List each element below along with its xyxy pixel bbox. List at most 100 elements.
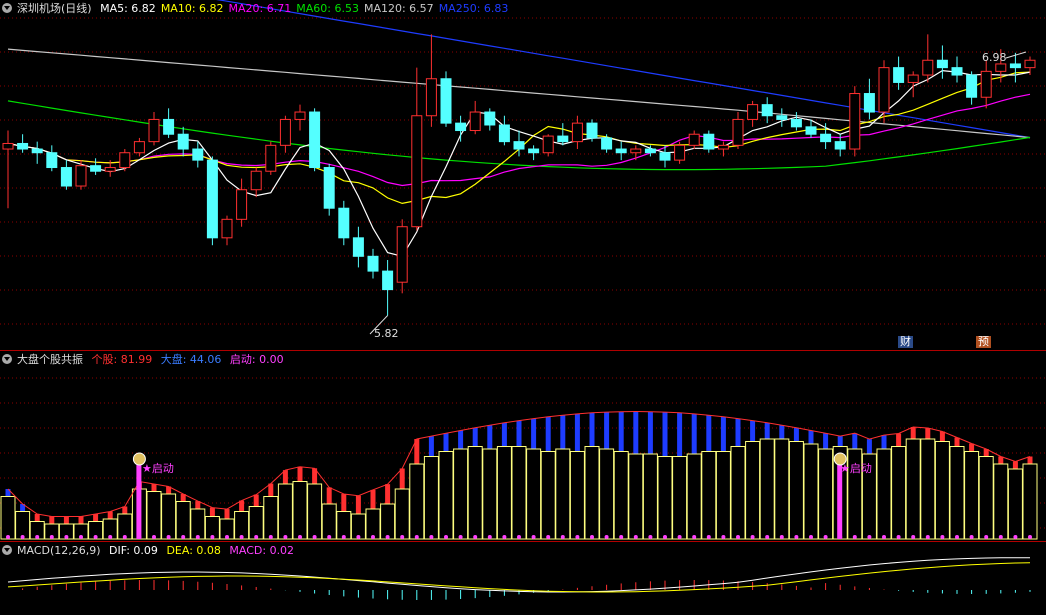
candle-body	[528, 148, 540, 154]
baseline-dot	[619, 535, 624, 539]
candle-body	[46, 152, 58, 169]
dif-line	[7, 557, 1031, 593]
baseline-dot	[779, 535, 784, 539]
candle-body	[586, 122, 598, 139]
stock-bar	[949, 446, 965, 540]
candle-body	[367, 255, 379, 272]
stock-bar	[628, 453, 644, 540]
baseline-dot	[998, 535, 1003, 539]
stock-bar	[1007, 468, 1023, 540]
baseline-dot	[444, 535, 448, 539]
candle-body	[615, 148, 627, 154]
baseline-dot	[341, 535, 346, 539]
collapse-icon[interactable]	[2, 354, 12, 364]
candle-body	[630, 148, 642, 154]
stock-bar	[146, 491, 162, 540]
stock-bar	[978, 456, 994, 540]
baseline-dot	[49, 535, 54, 539]
candle-body	[382, 270, 394, 291]
candle-body	[484, 111, 496, 126]
ma250-line	[216, 0, 1031, 139]
candle-body	[411, 115, 423, 228]
start-signal-label: ★启动	[142, 462, 174, 475]
candle-body	[60, 167, 72, 187]
macd-value-label: MACD: 0.02	[229, 544, 295, 557]
stock-bar	[555, 448, 571, 540]
stock-bar	[934, 441, 950, 540]
resonance-header: 大盘个股共振 个股: 81.99 大盘: 44.06 启动: 0.00	[2, 353, 289, 367]
baseline-dot	[852, 535, 857, 539]
price-chart[interactable]	[0, 0, 1046, 350]
candle-body	[863, 93, 875, 113]
collapse-icon[interactable]	[2, 3, 12, 13]
stock-bar	[336, 511, 352, 540]
macd-title: MACD(12,26,9)	[17, 544, 101, 557]
candle-body	[834, 141, 846, 150]
baseline-dot	[122, 535, 127, 539]
dea-line	[7, 562, 1031, 593]
baseline-dot	[604, 535, 609, 539]
stock-bar	[584, 446, 600, 540]
baseline-dot	[6, 535, 10, 539]
stock-bar	[672, 456, 688, 540]
collapse-icon[interactable]	[2, 545, 12, 555]
candle-body	[805, 126, 817, 135]
baseline-dot	[1028, 535, 1032, 539]
market-value-label: 大盘: 44.06	[160, 353, 222, 366]
candle-body	[820, 133, 832, 143]
ma-legend-item: MA120: 6.57	[363, 2, 434, 15]
stock-title: 深圳机场(日线)	[17, 2, 92, 15]
candle-body	[469, 111, 481, 132]
baseline-dot	[575, 535, 580, 539]
stock-bar	[788, 441, 804, 540]
financial-report-marker[interactable]: 财	[898, 336, 913, 348]
baseline-dot	[429, 535, 434, 539]
candle-body	[133, 141, 145, 154]
stock-bar	[1022, 463, 1038, 540]
high-arrow	[1005, 51, 1027, 59]
stock-bar	[423, 456, 439, 540]
candle-body	[674, 144, 686, 161]
macd-header: MACD(12,26,9) DIF: 0.09 DEA: 0.08 MACD: …	[2, 544, 299, 558]
candle-body	[498, 124, 510, 143]
stock-bar	[964, 451, 980, 540]
candle-body	[922, 59, 934, 76]
resonance-chart[interactable]	[0, 351, 1046, 541]
stock-bar	[891, 446, 907, 540]
high-price-label: 6.98	[982, 51, 1007, 64]
baseline-dot	[955, 535, 959, 539]
baseline-dot	[531, 535, 536, 539]
candle-body	[338, 207, 350, 239]
candle-body	[601, 137, 613, 150]
baseline-dot	[590, 535, 594, 539]
stock-bar	[599, 448, 615, 540]
stock-bar	[642, 453, 658, 540]
forecast-marker[interactable]: 预	[976, 336, 991, 348]
baseline-dot	[706, 535, 711, 539]
baseline-dot	[371, 535, 375, 539]
stock-bar	[482, 448, 498, 540]
baseline-dot	[239, 535, 244, 539]
stock-bar	[0, 496, 16, 540]
baseline-dot	[692, 535, 697, 539]
baseline-dot	[823, 535, 828, 539]
candle-body	[250, 170, 262, 191]
baseline-dot	[736, 535, 740, 539]
baseline-dot	[648, 535, 653, 539]
baseline-dot	[487, 535, 492, 539]
baseline-dot	[356, 535, 361, 539]
macd-pane[interactable]: MACD(12,26,9) DIF: 0.09 DEA: 0.08 MACD: …	[0, 542, 1046, 615]
start-value-label: 启动: 0.00	[229, 353, 284, 366]
stock-bar	[905, 438, 921, 540]
candle-body	[893, 67, 905, 83]
stock-bar	[292, 481, 308, 540]
baseline-dot	[473, 535, 478, 539]
candle-body	[747, 104, 759, 120]
price-chart-pane[interactable]: 深圳机场(日线) MA5: 6.82 MA10: 6.82 MA20: 6.71 MA…	[0, 0, 1046, 350]
stock-bar	[569, 451, 585, 540]
baseline-dot	[93, 535, 98, 539]
candle-body	[31, 148, 43, 154]
stock-bar	[380, 503, 396, 540]
resonance-pane[interactable]: 大盘个股共振 个股: 81.99 大盘: 44.06 启动: 0.00 ★启动 …	[0, 351, 1046, 541]
candle-body	[119, 152, 131, 169]
